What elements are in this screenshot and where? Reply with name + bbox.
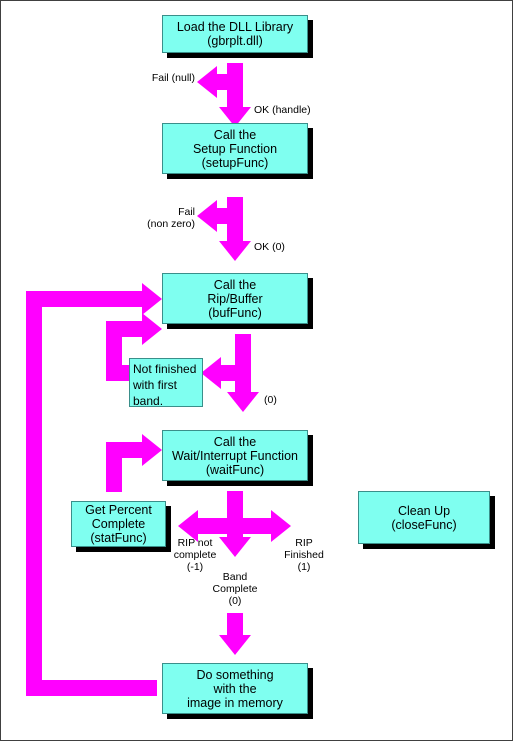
label-ok-handle: OK (handle) [254,104,311,116]
edge-into-wait-arrowhead [142,434,162,466]
edge-load-fail-arrowhead [197,66,217,98]
node-get-percent-complete[interactable]: Get Percent Complete (statFunc) [71,501,166,547]
label-rip-not-complete-line3: (-1) [186,561,204,573]
branch-cross-horizontal [195,518,275,534]
node-rip-buffer-line1: Call the [213,277,257,292]
loop-outer-arrowhead [142,283,162,315]
edge-load-fail-stem [214,74,234,90]
node-wait-function[interactable]: Call the Wait/Interrupt Function (waitFu… [162,430,308,481]
node-rip-buffer-line2: Rip/Buffer [207,291,263,306]
node-clean-up-line1: Clean Up [397,503,451,518]
node-get-percent-line2: Complete [91,517,146,531]
loop-outer-top-horizontal [26,291,146,307]
node-clean-up[interactable]: Clean Up (closeFunc) [358,491,490,544]
label-ok-zero: OK (0) [254,241,285,253]
edge-setup-fail-arrowhead [197,200,217,232]
node-load-dll-line2: (gbrplt.dll) [207,34,263,48]
edge-setup-fail-stem [214,208,234,224]
loop-band-arrowhead [142,313,162,345]
label-rip-finished-line1: RIP [295,537,313,549]
node-not-finished-note[interactable]: Not finished with first band. [129,358,203,408]
node-rip-buffer[interactable]: Call the Rip/Buffer (bufFunc) [162,273,308,324]
label-fail-nonzero-line2: (non zero) [147,218,195,230]
node-get-percent-line3: (statFunc) [90,531,147,545]
label-band-complete: Band Complete (0) [206,571,264,607]
label-fail-nonzero-line1: Fail [178,206,195,218]
node-load-dll-line1: Load the DLL Library [176,20,294,34]
node-setup-line1: Call the [213,127,257,142]
edge-buf-left-stem [218,365,240,381]
node-not-finished-line3: band. [133,394,164,408]
edge-buf-zero-arrowhead [227,392,259,412]
label-rip-not-complete-line2: complete [173,549,217,561]
node-setup-line3: (setupFunc) [201,155,269,170]
node-get-percent-line1: Get Percent [85,503,152,517]
label-rip-not-complete: RIP not complete (-1) [166,537,224,573]
label-buf-zero: (0) [264,394,277,406]
node-not-finished-line1: Not finished [133,362,197,376]
label-fail-null: Fail (null) [151,72,195,84]
node-clean-up-line2: (closeFunc) [391,517,457,532]
label-fail-nonzero: Fail (non zero) [123,206,195,230]
node-wait-line1: Call the [213,434,257,449]
edge-into-wait-horizontal [106,442,146,458]
node-setup-function[interactable]: Call the Setup Function (setupFunc) [162,123,308,174]
node-rip-buffer-line3: (bufFunc) [208,305,262,320]
label-rip-finished-line2: Finished [284,549,324,561]
edge-buf-left-arrowhead [201,357,221,389]
node-do-something-line3: image in memory [187,695,283,710]
node-wait-line3: (waitFunc) [205,462,265,477]
edge-setup-ok-arrowhead [219,241,251,261]
label-rip-not-complete-line1: RIP not [177,537,213,549]
flowchart-canvas: Load the DLL Library (gbrplt.dll) Fail (… [0,0,513,741]
node-setup-line2: Setup Function [192,141,278,156]
node-do-something-line2: with the [213,681,257,696]
loop-outer-bottom-horizontal [26,680,157,696]
loop-outer-vertical [26,291,42,696]
node-do-something[interactable]: Do something with the image in memory [162,663,308,714]
label-band-complete-line2: Complete [212,583,258,595]
label-band-complete-line1: Band [222,571,248,583]
node-do-something-line1: Do something [196,667,274,682]
node-not-finished-line2: with first [133,378,178,392]
label-band-complete-line3: (0) [228,595,242,607]
edge-to-do-something-arrowhead [219,635,251,655]
label-rip-finished-line3: (1) [297,561,311,573]
loop-band-top-horizontal [106,321,146,337]
node-wait-line2: Wait/Interrupt Function [172,448,298,463]
node-load-dll[interactable]: Load the DLL Library (gbrplt.dll) [162,15,308,53]
label-rip-finished: RIP Finished (1) [279,537,329,573]
